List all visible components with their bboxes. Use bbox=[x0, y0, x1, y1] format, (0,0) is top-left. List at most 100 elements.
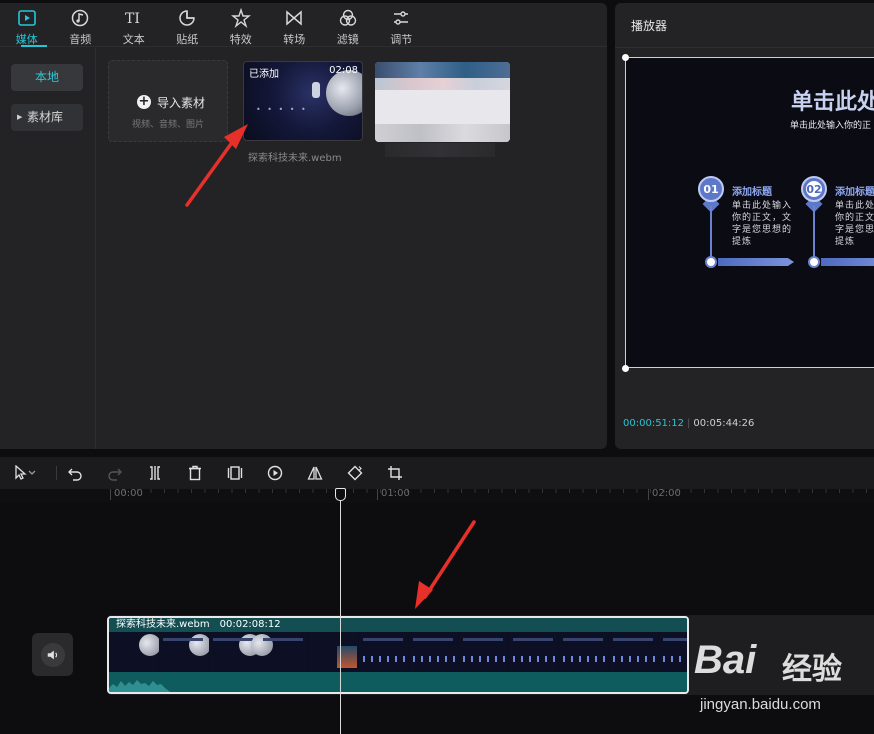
redo-button[interactable] bbox=[104, 462, 126, 484]
plus-icon: + bbox=[137, 94, 151, 109]
timecode: 00:00:51:12 | 00:05:44:26 bbox=[623, 418, 754, 429]
step-title: 添加标题 bbox=[835, 187, 874, 198]
thumbnail-dots: • • • • • bbox=[256, 105, 308, 114]
frame-thumb bbox=[359, 632, 409, 672]
total-time: 00:05:44:26 bbox=[693, 418, 755, 429]
reverse-button[interactable] bbox=[264, 462, 286, 484]
preview-canvas[interactable]: 单击此处 单击此处输入你的正 01 添加标题 单击此处输入你的正文，文字是您思想… bbox=[625, 57, 874, 368]
select-cursor-icon bbox=[15, 465, 36, 480]
added-badge: 已添加 bbox=[249, 69, 279, 80]
import-label: 导入素材 bbox=[157, 96, 206, 110]
tab-effects[interactable]: 特效 bbox=[214, 3, 268, 47]
step-body: 单击此处输入你的正文，文字是您思想的提炼 bbox=[835, 201, 874, 247]
delete-button[interactable] bbox=[184, 462, 206, 484]
import-hint: 视频、音频、图片 bbox=[131, 120, 204, 130]
import-media-button[interactable]: + 导入素材 视频、音频、图片 bbox=[108, 60, 228, 142]
track-mute-button[interactable] bbox=[32, 633, 73, 676]
tab-filter[interactable]: 滤镜 bbox=[321, 3, 375, 47]
frame-thumb bbox=[459, 632, 509, 672]
step-dot bbox=[705, 256, 717, 268]
frame-thumb bbox=[609, 632, 659, 672]
mirror-icon bbox=[307, 466, 323, 480]
toolbar-separator bbox=[56, 466, 57, 480]
select-tool-button[interactable] bbox=[5, 462, 45, 484]
frame-thumb bbox=[559, 632, 609, 672]
resize-handle[interactable] bbox=[622, 54, 629, 61]
step-line bbox=[813, 206, 815, 258]
step-number: 01 bbox=[703, 183, 719, 196]
mirror-button[interactable] bbox=[304, 462, 326, 484]
timeline-ruler[interactable]: 00:00 01:00 02:00 bbox=[0, 489, 874, 503]
clip-header: 探索科技未来.webm 00:02:08:12 bbox=[109, 618, 687, 632]
sidenav-item-local[interactable]: 本地 bbox=[11, 64, 83, 91]
tab-label: 滤镜 bbox=[336, 33, 359, 46]
media-thumbnail-blurred[interactable] bbox=[375, 62, 510, 142]
tab-adjust[interactable]: 调节 bbox=[375, 3, 429, 47]
media-sidenav: 本地 ▶ 素材库 bbox=[0, 48, 96, 449]
blur-band bbox=[375, 124, 510, 142]
timecode-separator: | bbox=[687, 418, 691, 429]
blur-band bbox=[375, 78, 510, 90]
tab-label: 特效 bbox=[229, 33, 252, 46]
step-line bbox=[710, 206, 712, 258]
media-thumbnail[interactable]: • • • • • 已添加 02:08 bbox=[243, 61, 363, 141]
clip-duration: 00:02:08:12 bbox=[219, 619, 281, 630]
sidenav-item-label: 素材库 bbox=[27, 110, 64, 124]
step-pin: 01 bbox=[698, 176, 724, 202]
crop-icon bbox=[388, 466, 402, 480]
frame-thumb bbox=[659, 632, 687, 672]
step-number: 02 bbox=[806, 183, 822, 196]
timeline-clip[interactable]: 探索科技未来.webm 00:02:08:12 bbox=[107, 616, 689, 694]
media-panel: 媒体 音频 TI 文本 贴纸 特效 转场 滤镜 调节 本地 ▶ 素材库 + 导入… bbox=[0, 3, 607, 449]
tab-label: 文本 bbox=[122, 33, 145, 46]
sidenav-item-library[interactable]: ▶ 素材库 bbox=[11, 104, 83, 131]
clip-name: 探索科技未来.webm bbox=[116, 619, 210, 630]
undo-icon bbox=[68, 468, 82, 481]
playhead-handle[interactable] bbox=[335, 488, 346, 501]
tab-media[interactable]: 媒体 bbox=[0, 3, 54, 47]
rotate-button[interactable] bbox=[344, 462, 366, 484]
divider bbox=[615, 47, 874, 48]
split-button[interactable] bbox=[144, 462, 166, 484]
tab-label: 贴纸 bbox=[176, 33, 199, 46]
step-pin: 02 bbox=[801, 176, 827, 202]
timeline-tracks: 探索科技未来.webm 00:02:08:12 bbox=[0, 503, 874, 734]
tab-sticker[interactable]: 贴纸 bbox=[161, 3, 215, 47]
delete-icon bbox=[189, 465, 201, 481]
category-bar: 媒体 音频 TI 文本 贴纸 特效 转场 滤镜 调节 bbox=[0, 3, 607, 47]
frame-thumb bbox=[159, 632, 211, 672]
step-arrow bbox=[718, 258, 794, 266]
tab-label: 调节 bbox=[390, 33, 413, 46]
tab-transition[interactable]: 转场 bbox=[268, 3, 322, 47]
sparkle-star-icon bbox=[230, 8, 251, 28]
resize-handle[interactable] bbox=[622, 365, 629, 372]
redo-icon bbox=[108, 468, 122, 481]
playhead-line[interactable] bbox=[340, 494, 341, 734]
media-filename-blurred bbox=[385, 143, 495, 157]
frame-thumb bbox=[409, 632, 459, 672]
media-filename: 探索科技未来.webm bbox=[248, 153, 342, 164]
reverse-play-icon bbox=[267, 465, 283, 481]
play-square-icon bbox=[17, 10, 36, 26]
tab-label: 音频 bbox=[69, 33, 92, 46]
tab-audio[interactable]: 音频 bbox=[54, 3, 108, 47]
speaker-icon bbox=[40, 642, 65, 667]
clip-duration: 02:08 bbox=[329, 65, 358, 76]
player-panel: 播放器 单击此处 单击此处输入你的正 01 添加标题 单击此处输入你的正文，文字… bbox=[615, 3, 874, 449]
crop-button[interactable] bbox=[384, 462, 406, 484]
sliders-icon bbox=[394, 11, 409, 25]
current-time: 00:00:51:12 bbox=[623, 418, 685, 429]
ruler-label: 00:00 bbox=[110, 489, 143, 500]
ruler-ticks bbox=[110, 489, 874, 493]
tab-text[interactable]: TI 文本 bbox=[107, 3, 161, 47]
expand-triangle-icon: ▶ bbox=[17, 113, 23, 121]
freeze-frame-button[interactable] bbox=[224, 462, 246, 484]
undo-button[interactable] bbox=[64, 462, 86, 484]
frame-thumb bbox=[309, 632, 359, 672]
tab-label: 转场 bbox=[283, 33, 306, 46]
moon-graphic bbox=[326, 70, 362, 116]
rotate-icon bbox=[347, 465, 363, 481]
split-icon bbox=[150, 466, 160, 480]
astronaut-graphic bbox=[312, 82, 320, 98]
active-tab-indicator bbox=[21, 45, 47, 47]
